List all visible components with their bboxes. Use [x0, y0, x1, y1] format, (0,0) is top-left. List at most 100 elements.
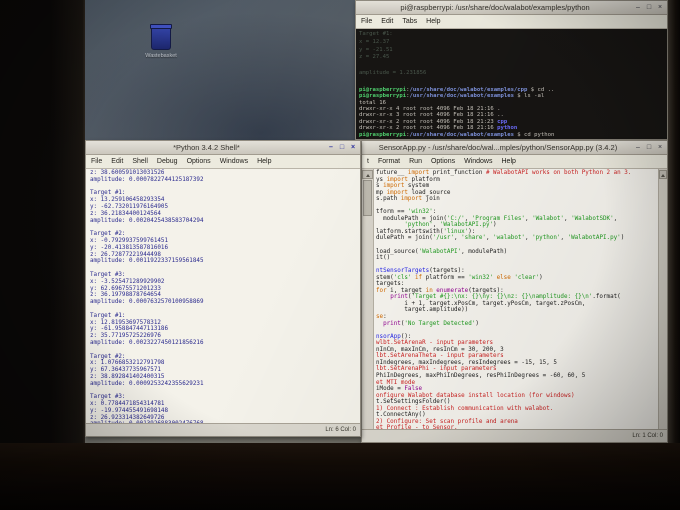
code-segment: 'C:/': [446, 215, 465, 222]
terminal-menu-file[interactable]: File: [361, 18, 372, 25]
shell-line: x: 0.7784471854314781: [90, 401, 165, 408]
shell-menu-options[interactable]: Options: [187, 158, 211, 165]
shell-menu-help[interactable]: Help: [257, 158, 271, 165]
shell-line: x: 12.81953697578312: [90, 319, 161, 326]
editor-title: SensorApp.py - /usr/share/doc/wal...mple…: [378, 143, 618, 152]
shell-menu-debug[interactable]: Debug: [157, 158, 178, 165]
shell-line: y: -20.413813587816016: [90, 244, 169, 251]
code-segment: $ ls -al: [513, 93, 545, 100]
terminal-line: y = -21.51: [359, 46, 393, 53]
code-segment: PhiInDegrees, maxPhiInDegrees, resPhiInD…: [376, 372, 586, 379]
code-segment: ): [493, 222, 497, 229]
editor-left-scrollbar[interactable]: [362, 169, 374, 429]
editor-code[interactable]: future__ import print_function # Walabot…: [374, 169, 658, 429]
code-segment: 'share': [461, 235, 486, 242]
shell-line: Target #2:: [90, 353, 126, 360]
close-icon[interactable]: ×: [349, 143, 357, 152]
editor-titlebar[interactable]: SensorApp.py - /usr/share/doc/wal...mple…: [362, 141, 667, 155]
maximize-icon[interactable]: □: [645, 3, 653, 12]
code-segment: :: [383, 314, 387, 321]
editor-menu-help[interactable]: Help: [502, 158, 516, 165]
code-segment: drwxr-xr-x 2 root root 4096 Feb 18 21:23: [359, 118, 498, 125]
code-segment: ): [539, 274, 543, 281]
code-segment: 'win32': [407, 209, 433, 216]
code-segment: ,: [432, 222, 440, 229]
code-segment: latform.startswith(: [376, 228, 444, 235]
scrollbar-thumb[interactable]: [363, 180, 372, 216]
editor-cursor-position: Ln: 1 Col: 0: [632, 433, 663, 439]
minimize-icon[interactable]: –: [634, 3, 642, 12]
shell-line: y: -19.974455491698148: [90, 407, 169, 414]
editor-menu-run[interactable]: Run: [409, 158, 422, 165]
shell-line: z: 38.892841402400315: [90, 373, 165, 380]
code-segment: import: [386, 189, 408, 196]
close-icon[interactable]: ×: [656, 143, 664, 152]
editor-statusbar: Ln: 1 Col: 0: [362, 429, 667, 442]
code-segment: ():: [400, 333, 412, 340]
editor-body: future__ import print_function # Walabot…: [362, 169, 667, 429]
code-segment: pi@raspberrypi: [359, 131, 407, 138]
shell-menu-edit[interactable]: Edit: [111, 158, 123, 165]
code-segment: in: [425, 287, 433, 294]
maximize-icon[interactable]: □: [645, 143, 653, 152]
terminal-output[interactable]: Target #1: x = 12.37 y = -21.51 z = 27.45 a…: [356, 29, 667, 139]
shell-line: x: -3.525471289929902: [90, 278, 165, 285]
minimize-icon[interactable]: –: [634, 143, 642, 152]
terminal-menu-help[interactable]: Help: [426, 18, 440, 25]
monitor-bezel-bottom: DELL: [0, 443, 680, 510]
editor-window-controls: – □ ×: [634, 143, 664, 152]
code-segment: nsorApp: [376, 333, 401, 340]
shell-line: x: 1.0766853212791798: [90, 360, 165, 367]
code-segment: import: [400, 196, 423, 203]
code-segment: 'WalabotAPI': [418, 248, 462, 255]
code-segment: 'linux': [443, 228, 469, 235]
code-segment: False: [404, 386, 423, 393]
terminal-line: amplitude = 1.231856: [359, 69, 427, 76]
shell-titlebar[interactable]: *Python 3.4.2 Shell* – □ ×: [86, 141, 360, 155]
editor-menu-options[interactable]: Options: [431, 158, 455, 165]
shell-line: Target #2:: [90, 231, 126, 238]
code-segment: 'No Target Detected': [404, 320, 476, 327]
code-segment: 'walabot': [493, 235, 525, 242]
code-segment: ,: [613, 215, 618, 222]
shell-line: z: 35.77195725226976: [90, 333, 161, 340]
code-segment: else: [496, 274, 511, 281]
editor-right-scrollbar[interactable]: [658, 169, 667, 429]
shell-window-controls: – □ ×: [327, 143, 357, 152]
code-segment: future__: [376, 170, 408, 176]
wastebasket-label: Wastebasket: [145, 53, 177, 59]
code-segment: 'python': [404, 222, 433, 229]
shell-output[interactable]: z: 38.600591013031526 amplitude: 0.000782…: [86, 169, 360, 423]
code-segment: it(): [376, 255, 391, 262]
shell-line: y: 67.36437735967571: [90, 367, 161, 374]
shell-line: Target #3:: [90, 394, 126, 401]
editor-menubar: t Format Run Options Windows Help: [362, 155, 667, 169]
shell-menu-file[interactable]: File: [91, 158, 102, 165]
terminal-titlebar[interactable]: pi@raspberrypi: /usr/share/doc/walabot/e…: [356, 1, 667, 15]
code-segment: .format(: [592, 294, 621, 301]
code-segment: dulePath = join(: [376, 235, 433, 242]
shell-line: amplitude: 0.0007632570100958869: [90, 299, 204, 306]
close-icon[interactable]: ×: [656, 3, 664, 12]
editor-menu-windows[interactable]: Windows: [464, 158, 492, 165]
terminal-menu-tabs[interactable]: Tabs: [402, 18, 417, 25]
code-segment: load_source(: [376, 248, 419, 255]
code-segment: import: [407, 170, 430, 176]
terminal-title: pi@raspberrypi: /usr/share/doc/walabot/e…: [400, 3, 590, 12]
editor-menu-format[interactable]: Format: [378, 158, 400, 165]
editor-menu-t[interactable]: t: [367, 158, 369, 165]
wastebasket-desktop-icon[interactable]: Wastebasket: [143, 24, 179, 59]
minimize-icon[interactable]: –: [327, 143, 335, 152]
shell-menu-windows[interactable]: Windows: [220, 158, 248, 165]
code-segment: nIndegrees, maxIndegrees, resIndegrees =…: [376, 359, 557, 366]
scroll-up-icon[interactable]: [362, 170, 373, 179]
shell-line: amplitude: 0.0011922337159561845: [90, 258, 204, 265]
shell-line: amplitude: 0.0023227450121856216: [90, 339, 204, 346]
shell-menu-shell[interactable]: Shell: [132, 158, 148, 165]
scroll-up-icon[interactable]: [659, 170, 667, 179]
maximize-icon[interactable]: □: [338, 143, 346, 152]
terminal-menu-edit[interactable]: Edit: [381, 18, 393, 25]
